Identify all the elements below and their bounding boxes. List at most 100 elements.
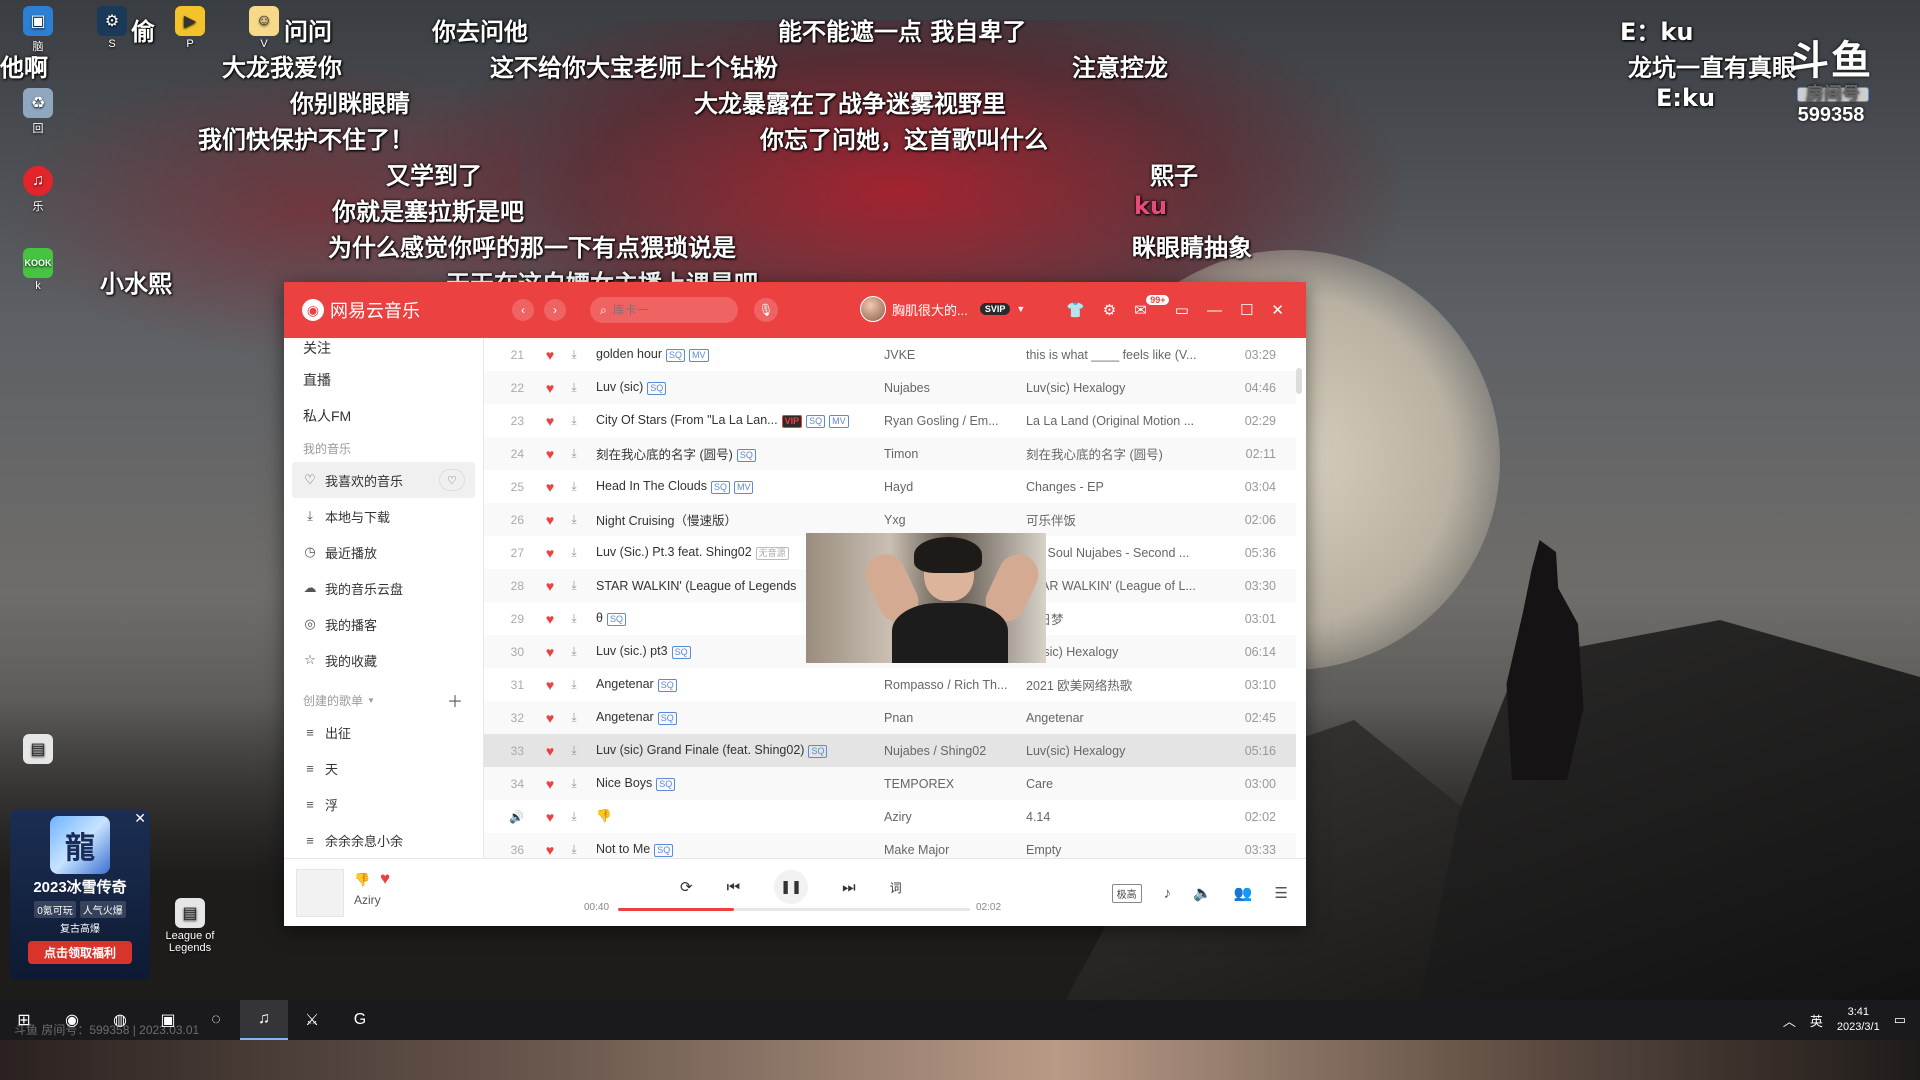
mail-button[interactable]: ✉ 99+ xyxy=(1134,295,1170,319)
desktop-icon-anime-app[interactable]: ☺ V xyxy=(242,6,286,50)
heart-icon[interactable]: ♥ xyxy=(538,611,562,627)
track-album[interactable]: Changes - EP xyxy=(1026,480,1216,494)
clock[interactable]: 3:41 2023/3/1 xyxy=(1837,1005,1880,1035)
track-album[interactable]: 白日梦 xyxy=(1026,609,1216,628)
user-profile[interactable]: 胸肌很大的... SVIP ▼ xyxy=(860,296,1025,322)
download-icon[interactable]: ⤓ xyxy=(562,380,586,395)
table-row[interactable]: 36 ♥ ⤓ Not to Me SQ Make Major Empty 03:33 xyxy=(484,833,1296,858)
track-album[interactable]: Care xyxy=(1026,777,1216,791)
playlist-queue-icon[interactable]: ☰ xyxy=(1275,884,1288,902)
volume-icon[interactable]: 🔈 xyxy=(1193,884,1212,902)
desktop-icon-recycle-bin[interactable]: ♻ 回 xyxy=(16,88,60,136)
track-album[interactable]: ree Soul Nujabes - Second ... xyxy=(1026,546,1216,560)
chevron-down-icon[interactable]: ▼ xyxy=(367,696,375,705)
game-assistant-icon[interactable]: G xyxy=(336,1000,384,1040)
table-row[interactable]: 22 ♥ ⤓ Luv (sic) SQ Nujabes Luv(sic) Hexalogy 0… xyxy=(484,371,1296,404)
ime-indicator[interactable]: 英 xyxy=(1810,1011,1823,1030)
table-row[interactable]: 25 ♥ ⤓ Head In The Clouds SQ MV Hayd Changes - … xyxy=(484,470,1296,503)
heart-icon[interactable]: ♥ xyxy=(538,479,562,495)
table-row[interactable]: 23 ♥ ⤓ City Of Stars (From "La La Lan... VIP… xyxy=(484,404,1296,437)
sidebar-item-local-download[interactable]: ⤓ 本地与下载 xyxy=(284,498,483,534)
track-artist[interactable]: Aziry xyxy=(884,810,1026,824)
add-playlist-button[interactable]: ＋ xyxy=(447,688,463,712)
skin-icon[interactable]: 👕 xyxy=(1066,301,1085,319)
minimize-icon[interactable]: — xyxy=(1207,302,1222,319)
now-playing-artist[interactable]: Aziry xyxy=(354,893,381,907)
sidebar-item-live[interactable]: 直播 xyxy=(284,362,483,398)
gear-icon[interactable]: ⚙ xyxy=(1103,301,1116,319)
next-icon[interactable]: ⏭ xyxy=(842,879,856,896)
forward-button[interactable]: › xyxy=(544,299,566,321)
heart-icon[interactable]: ♥ xyxy=(538,743,562,759)
like-icon[interactable]: ♥ xyxy=(380,869,390,889)
sidebar-item-podcast[interactable]: ◎ 我的播客 xyxy=(284,606,483,642)
track-artist[interactable]: Rompasso / Rich Th... xyxy=(884,678,1026,692)
track-tag[interactable]: MV xyxy=(689,348,709,362)
track-album[interactable]: Luv(sic) Hexalogy xyxy=(1026,381,1216,395)
download-icon[interactable]: ⤓ xyxy=(562,809,586,824)
game-ad-popup[interactable]: ✕ 龍 2023冰雪传奇 0氪可玩 人气火爆 复古高爆 点击领取福利 xyxy=(10,810,150,980)
download-icon[interactable]: ⤓ xyxy=(562,512,586,527)
mini-mode-icon[interactable]: ▭ xyxy=(1175,301,1189,319)
sidebar-playlist[interactable]: ≡ 出征 xyxy=(284,714,483,750)
download-icon[interactable]: ⤓ xyxy=(562,479,586,494)
notification-icon[interactable]: ▭ xyxy=(1894,1012,1906,1028)
download-icon[interactable]: ⤓ xyxy=(562,578,586,593)
heart-icon[interactable]: ♥ xyxy=(538,347,562,363)
track-artist[interactable]: Yxg xyxy=(884,513,1026,527)
ad-cta-button[interactable]: 点击领取福利 xyxy=(28,941,132,964)
app-brand[interactable]: ◉ 网易云音乐 xyxy=(302,297,420,323)
table-row[interactable]: 31 ♥ ⤓ Angetenar SQ Rompasso / Rich Th... 2021… xyxy=(484,668,1296,701)
track-album[interactable]: Angetenar xyxy=(1026,711,1216,725)
desktop-icon-netease-music[interactable]: ♫ 乐 xyxy=(16,166,60,214)
netease-music-taskbar-icon[interactable]: ♫ xyxy=(240,1000,288,1040)
track-album[interactable]: 刻在我心底的名字 (圆号) xyxy=(1026,444,1216,463)
table-row[interactable]: 34 ♥ ⤓ Nice Boys SQ TEMPOREX Care 03:00 xyxy=(484,767,1296,800)
heart-icon[interactable]: ♥ xyxy=(538,446,562,462)
track-artist[interactable]: Hayd xyxy=(884,480,1026,494)
heart-icon[interactable]: ♥ xyxy=(538,512,562,528)
sidebar-item-follow[interactable]: 关注 xyxy=(284,338,483,362)
track-artist[interactable]: Nujabes / Shing02 xyxy=(884,744,1026,758)
track-tag[interactable]: MV xyxy=(829,414,849,428)
track-tag[interactable]: MV xyxy=(733,480,754,494)
desktop-icon-player[interactable]: ▶ P xyxy=(168,6,212,50)
download-icon[interactable]: ⤓ xyxy=(562,611,586,626)
download-icon[interactable]: ⤓ xyxy=(562,677,586,692)
sidebar-item-personal-fm[interactable]: 私人FM xyxy=(284,398,483,434)
sound-effect-icon[interactable]: ♪ xyxy=(1164,885,1172,902)
track-album[interactable]: 2021 欧美网络热歌 xyxy=(1026,675,1216,694)
heart-icon[interactable]: ♥ xyxy=(538,842,562,858)
scrollbar-thumb[interactable] xyxy=(1296,368,1302,394)
track-artist[interactable]: Nujabes xyxy=(884,381,1026,395)
sidebar-item-liked-music[interactable]: ♡ 我喜欢的音乐 ♡ xyxy=(292,462,475,498)
chevron-down-icon[interactable]: ▼ xyxy=(1016,304,1025,314)
download-icon[interactable]: ⤓ xyxy=(562,743,586,758)
heartbeat-mode-button[interactable]: ♡ xyxy=(439,469,465,491)
download-icon[interactable]: ⤓ xyxy=(562,842,586,857)
now-playing-title[interactable]: 👎 xyxy=(354,872,370,888)
heart-icon[interactable]: ♥ xyxy=(538,413,562,429)
download-icon[interactable]: ⤓ xyxy=(562,710,586,725)
track-album[interactable]: 可乐伴饭 xyxy=(1026,510,1216,529)
sidebar-playlist[interactable]: ≡ 浮 xyxy=(284,786,483,822)
download-icon[interactable]: ⤓ xyxy=(562,545,586,560)
track-album[interactable]: STAR WALKIN' (League of L... xyxy=(1026,579,1216,593)
sidebar-playlist[interactable]: ≡ 余余余息小余 xyxy=(284,822,483,858)
table-row[interactable]: 33 ♥ ⤓ Luv (sic) Grand Finale (feat. Shing0… xyxy=(484,734,1296,767)
avatar[interactable] xyxy=(860,296,886,322)
lyrics-button[interactable]: 词 xyxy=(890,879,902,896)
track-artist[interactable]: Ryan Gosling / Em... xyxy=(884,414,1026,428)
download-icon[interactable]: ⤓ xyxy=(562,347,586,362)
sidebar-item-recent[interactable]: ◷ 最近播放 xyxy=(284,534,483,570)
heart-icon[interactable]: ♥ xyxy=(538,677,562,693)
download-icon[interactable]: ⤓ xyxy=(562,776,586,791)
track-artist[interactable]: Timon xyxy=(884,447,1026,461)
desktop-icon-steam[interactable]: ⚙ S xyxy=(90,6,134,50)
download-icon[interactable]: ⤓ xyxy=(562,644,586,659)
vip-badge[interactable]: SVIP xyxy=(979,303,1011,315)
desktop-icon-league-of-legends[interactable]: ▤ League of Legends xyxy=(160,898,220,954)
sidebar-item-collection[interactable]: ☆ 我的收藏 xyxy=(284,642,483,678)
track-album[interactable]: La La Land (Original Motion ... xyxy=(1026,414,1216,428)
table-row[interactable]: 🔊 ♥ ⤓ 👎 Aziry 4.14 02:02 xyxy=(484,800,1296,833)
